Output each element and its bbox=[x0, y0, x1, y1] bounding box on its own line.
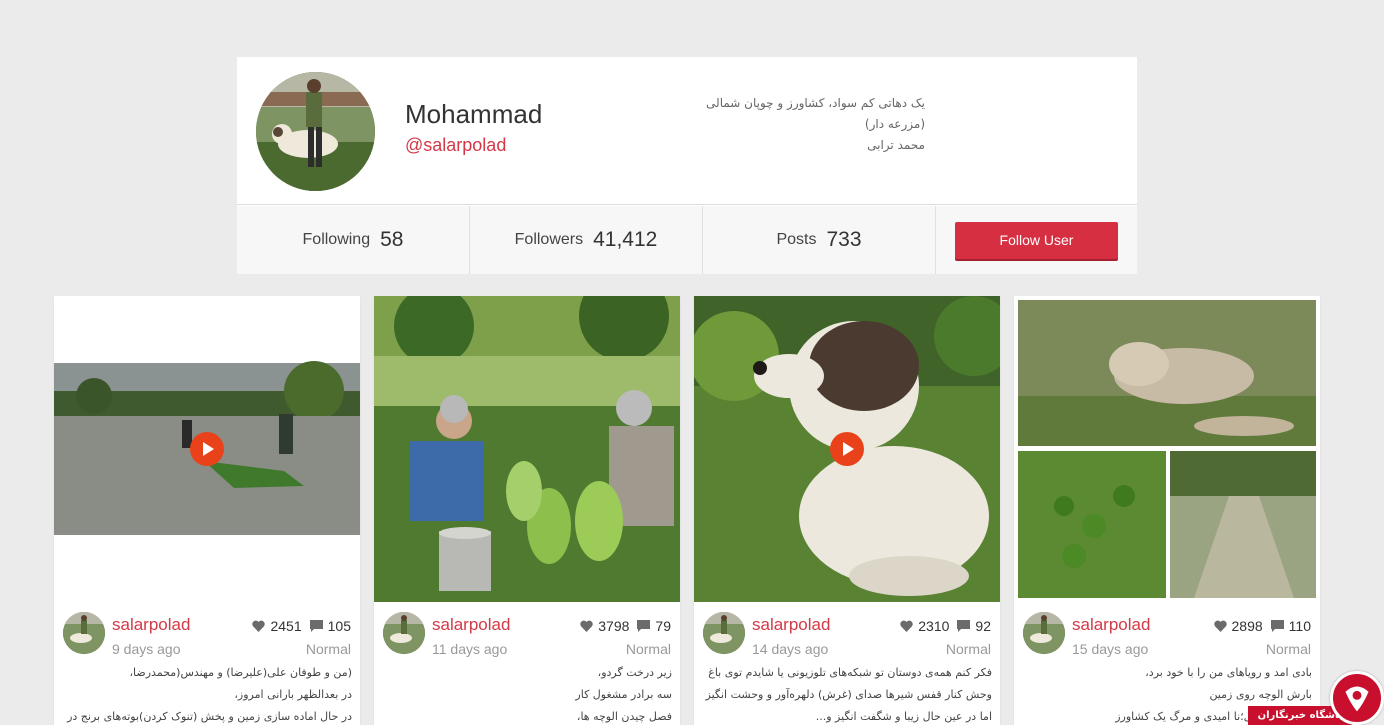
post-type: Normal bbox=[945, 641, 991, 657]
like-count: 3798 bbox=[598, 618, 630, 634]
followers-count: 41,412 bbox=[593, 228, 658, 251]
profile-avatar[interactable] bbox=[256, 72, 375, 191]
bio-line: یک دهاتی کم سواد، کشاورز و چوپان شمالی bbox=[706, 96, 925, 110]
following-count: 58 bbox=[380, 228, 404, 251]
play-icon[interactable] bbox=[190, 432, 224, 466]
followers-stat[interactable]: Followers 41,412 bbox=[470, 206, 703, 274]
like-count: 2451 bbox=[270, 618, 302, 634]
heart-icon[interactable] bbox=[900, 620, 913, 632]
posts-stat[interactable]: Posts 733 bbox=[703, 206, 936, 274]
post-video-thumbnail[interactable] bbox=[54, 296, 360, 602]
caption-line: بارش الوچه روی زمین bbox=[1209, 688, 1312, 701]
user-avatar[interactable] bbox=[703, 612, 745, 654]
post-counts: 2310 92 bbox=[900, 618, 991, 634]
post-card[interactable]: salarpolad 14 days ago 2310 92 Normal فک… bbox=[694, 296, 1000, 725]
post-username[interactable]: salarpolad bbox=[432, 615, 510, 635]
followers-label: Followers bbox=[514, 231, 584, 248]
caption-line: در بعدالظهر بارانی امروز، bbox=[234, 688, 352, 701]
comment-icon[interactable] bbox=[637, 620, 651, 632]
user-avatar[interactable] bbox=[1023, 612, 1065, 654]
post-time: 9 days ago bbox=[112, 641, 181, 657]
profile-header: Mohammad @salarpolad یک دهاتی کم سواد، ک… bbox=[237, 57, 1137, 205]
post-counts: 3798 79 bbox=[580, 618, 671, 634]
user-avatar[interactable] bbox=[63, 612, 105, 654]
following-label: Following bbox=[302, 231, 371, 248]
post-username[interactable]: salarpolad bbox=[1072, 615, 1150, 635]
comment-icon[interactable] bbox=[957, 620, 971, 632]
comment-count: 92 bbox=[975, 618, 991, 634]
comment-count: 79 bbox=[655, 618, 671, 634]
caption-line: سه برادر مشغول کار bbox=[575, 688, 672, 701]
post-caption: فکر کنم همه‌ی دوستان تو شبکه‌های تلوزیون… bbox=[694, 662, 1000, 725]
post-card[interactable]: salarpolad 15 days ago 2898 110 Normal ب… bbox=[1014, 296, 1320, 725]
post-card[interactable]: salarpolad 11 days ago 3798 79 Normal زی… bbox=[374, 296, 680, 725]
user-avatar[interactable] bbox=[383, 612, 425, 654]
bio-line: (مزرعه دار) bbox=[864, 117, 925, 131]
posts-label: Posts bbox=[776, 231, 817, 248]
post-type: Normal bbox=[625, 641, 671, 657]
caption-line: فکر کنم همه‌ی دوستان تو شبکه‌های تلوزیون… bbox=[708, 666, 992, 679]
post-caption: زیر درخت گردو، سه برادر مشغول کار فصل چی… bbox=[374, 662, 680, 725]
heart-icon[interactable] bbox=[580, 620, 593, 632]
post-card[interactable]: salarpolad 9 days ago 2451 105 Normal (م… bbox=[54, 296, 360, 725]
post-time: 11 days ago bbox=[432, 641, 508, 657]
following-stat[interactable]: Following 58 bbox=[237, 206, 470, 274]
heart-icon[interactable] bbox=[252, 620, 266, 632]
like-count: 2310 bbox=[918, 618, 950, 634]
profile-card: Mohammad @salarpolad یک دهاتی کم سواد، ک… bbox=[237, 57, 1137, 274]
post-image[interactable] bbox=[374, 296, 680, 602]
post-caption: (من و طوفان علی(علیرضا) و مهندس(محمدرضا،… bbox=[54, 662, 360, 725]
post-time: 14 days ago bbox=[752, 641, 829, 657]
comment-icon[interactable] bbox=[1270, 620, 1284, 632]
comment-icon[interactable] bbox=[309, 620, 323, 632]
follow-action: Follow User bbox=[936, 206, 1137, 274]
post-time: 15 days ago bbox=[1072, 641, 1149, 657]
caption-line: (من و طوفان علی(علیرضا) و مهندس(محمدرضا، bbox=[129, 666, 353, 679]
follow-user-button[interactable]: Follow User bbox=[955, 221, 1118, 259]
profile-handle[interactable]: @salarpolad bbox=[405, 135, 506, 156]
play-icon[interactable] bbox=[830, 432, 864, 466]
profile-bio: یک دهاتی کم سواد، کشاورز و چوپان شمالی (… bbox=[665, 93, 925, 156]
post-counts: 2898 110 bbox=[1213, 618, 1311, 634]
profile-stats: Following 58 Followers 41,412 Posts 733 … bbox=[237, 206, 1137, 274]
posts-count: 733 bbox=[826, 228, 862, 251]
profile-name: Mohammad bbox=[405, 99, 543, 129]
post-type: Normal bbox=[1265, 641, 1311, 657]
post-type: Normal bbox=[305, 641, 351, 657]
caption-line: فصل چیدن الوچه ها، bbox=[576, 710, 672, 723]
post-meta: salarpolad 9 days ago 2451 105 Normal bbox=[54, 602, 360, 662]
like-count: 2898 bbox=[1231, 618, 1263, 634]
post-image[interactable] bbox=[1014, 296, 1320, 602]
heart-icon[interactable] bbox=[1213, 620, 1227, 632]
caption-line: اما در عین حال زیبا و شگفت انگیز و... bbox=[815, 710, 992, 723]
site-logo-icon bbox=[1330, 671, 1384, 725]
post-username[interactable]: salarpolad bbox=[752, 615, 830, 635]
post-meta: salarpolad 15 days ago 2898 110 Normal bbox=[1014, 602, 1320, 662]
post-meta: salarpolad 14 days ago 2310 92 Normal bbox=[694, 602, 1000, 662]
profile-page: Mohammad @salarpolad یک دهاتی کم سواد، ک… bbox=[0, 0, 1384, 725]
post-meta: salarpolad 11 days ago 3798 79 Normal bbox=[374, 602, 680, 662]
bio-line: محمد ترابی bbox=[867, 138, 925, 152]
post-counts: 2451 105 bbox=[252, 618, 351, 634]
caption-line: بادی امد و رویاهای من را با خود برد، bbox=[1145, 666, 1312, 679]
caption-line: وحش کنار قفس شیرها صدای (غرش) دلهره‌آور … bbox=[705, 688, 993, 701]
caption-line: در حال اماده سازی زمین و پخش (تنوک کردن)… bbox=[67, 710, 352, 723]
comment-count: 105 bbox=[327, 618, 351, 634]
post-video-thumbnail[interactable] bbox=[694, 296, 1000, 602]
caption-line: زیر درخت گردو، bbox=[597, 666, 672, 679]
comment-count: 110 bbox=[1288, 618, 1311, 634]
post-username[interactable]: salarpolad bbox=[112, 615, 190, 635]
